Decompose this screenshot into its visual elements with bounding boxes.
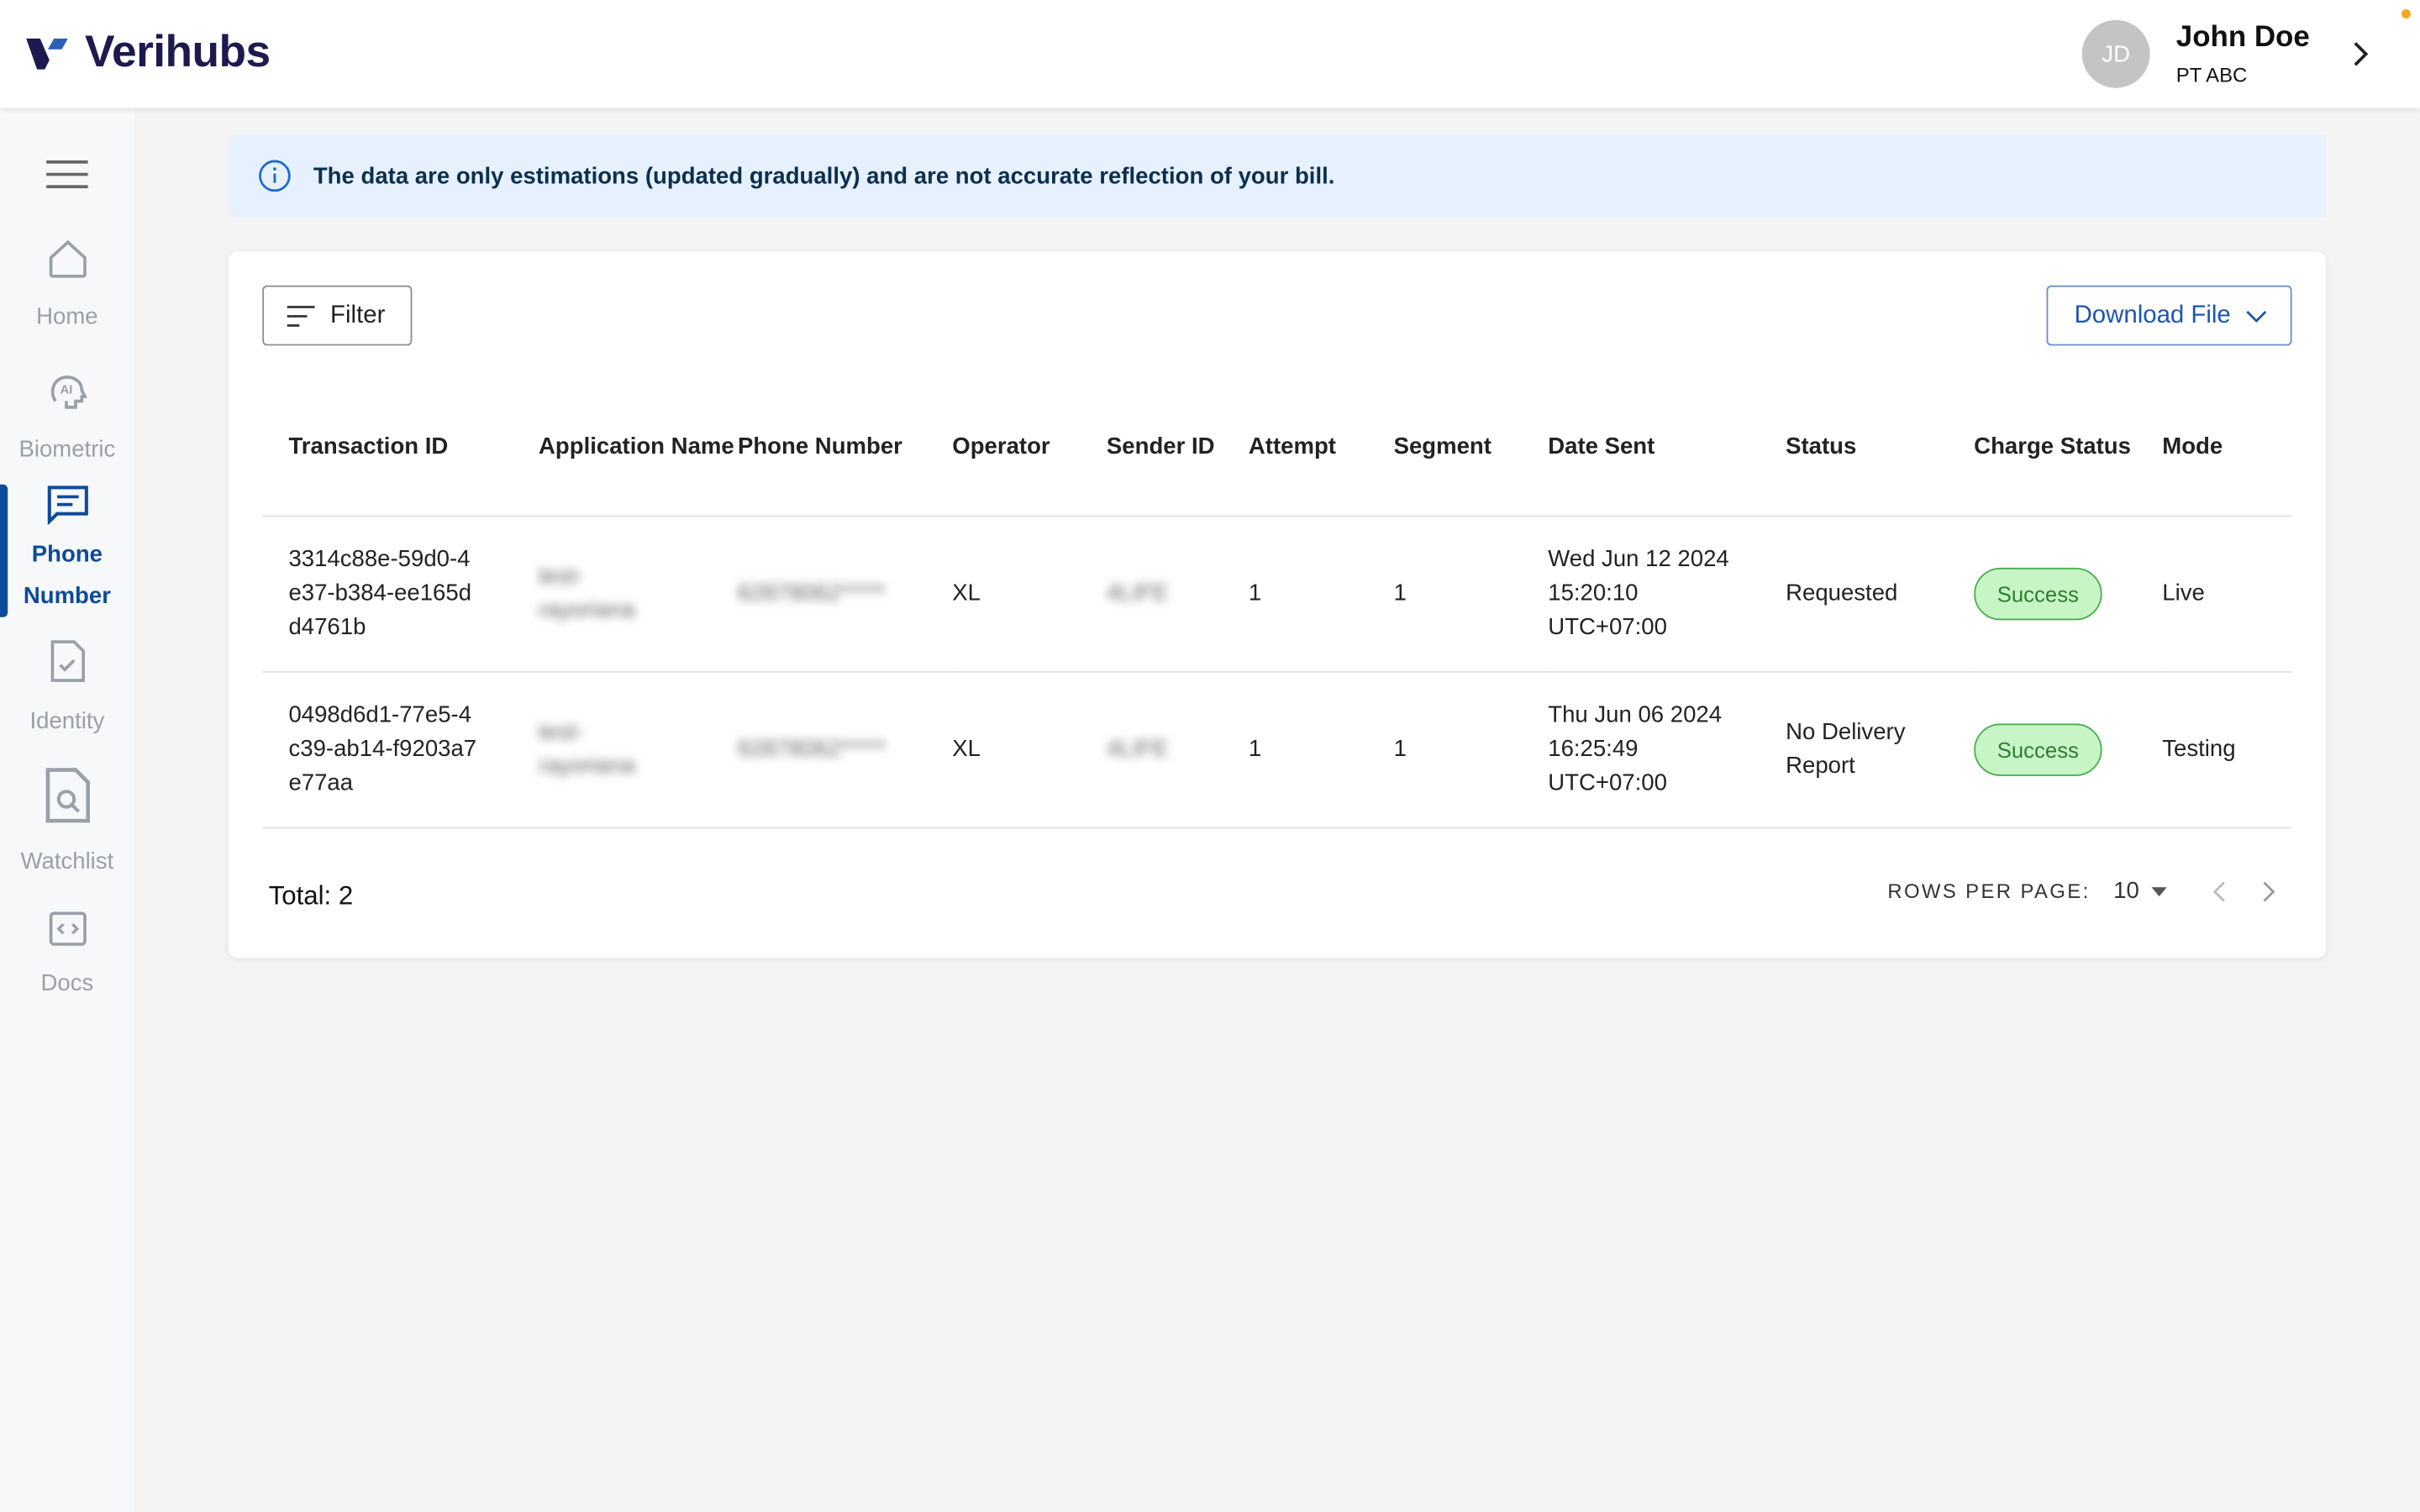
redacted-phone: 62878062*****: [737, 579, 886, 606]
hamburger-menu-icon[interactable]: [46, 159, 88, 190]
sidebar-item-biometric[interactable]: AI Biometric: [0, 370, 134, 470]
sidebar-item-identity[interactable]: Identity: [0, 638, 134, 742]
download-file-button[interactable]: Download File: [2046, 285, 2292, 346]
cell-attempt: 1: [1248, 515, 1394, 672]
cell-status: Requested: [1786, 515, 1975, 672]
sidebar-item-docs[interactable]: Docs: [0, 911, 134, 1005]
sidebar-item-label: Docs: [40, 970, 94, 997]
charge-status-badge: Success: [1974, 722, 2102, 775]
avatar: JD: [2081, 19, 2150, 88]
rows-per-page-label: ROWS PER PAGE:: [1887, 879, 2091, 903]
column-header: Sender ID: [1106, 379, 1249, 517]
cell-date: Thu Jun 06 2024 16:25:49 UTC+07:00: [1548, 670, 1786, 828]
redacted-app: test-rayoriana: [539, 562, 635, 623]
document-search-icon: [45, 768, 90, 823]
chevron-down-icon: [2247, 310, 2268, 323]
chevron-right-icon[interactable]: [2349, 37, 2371, 71]
cell-mode: Testing: [2162, 670, 2292, 828]
sidebar: Home AI Biometric Phone Number Identity …: [0, 108, 134, 1512]
user-menu[interactable]: JD John Doe PT ABC: [2081, 19, 2310, 88]
sidebar-item-phone-number[interactable]: Phone Number: [0, 485, 134, 617]
cell-date: Wed Jun 12 2024 15:20:10 UTC+07:00: [1548, 515, 1786, 672]
filter-icon: [287, 305, 315, 327]
info-banner: The data are only estimations (updated g…: [228, 134, 2326, 218]
cell-app: test-rayoriana: [539, 515, 738, 672]
user-name: John Doe: [2175, 21, 2310, 55]
cell-mode: Live: [2162, 515, 2292, 672]
redacted-sender: 4LIFE: [1106, 579, 1169, 606]
column-header: Operator: [952, 379, 1107, 517]
prev-page-icon[interactable]: [2210, 879, 2228, 903]
brand-name: Verihubs: [85, 28, 271, 77]
filter-label: Filter: [330, 302, 386, 328]
charge-status-badge: Success: [1974, 566, 2102, 620]
pagination: ROWS PER PAGE: 10: [1887, 878, 2278, 904]
total-count: Total: 2: [268, 880, 354, 911]
redacted-phone: 62878062*****: [737, 735, 886, 762]
sidebar-item-watchlist[interactable]: Watchlist: [0, 767, 134, 883]
column-header: Phone Number: [737, 379, 953, 517]
cell-phone: 62878062*****: [737, 515, 953, 672]
sidebar-item-label: Identity: [29, 708, 105, 735]
column-header: Mode: [2162, 379, 2292, 517]
verihubs-logo-icon: [26, 37, 68, 69]
home-icon: [48, 239, 86, 278]
sidebar-item-label: Home: [36, 303, 98, 331]
caret-down-icon: [2151, 886, 2167, 896]
user-company: PT ABC: [2175, 63, 2248, 87]
code-icon: [48, 911, 86, 946]
cell-phone: 62878062*****: [737, 670, 953, 828]
redacted-sender: 4LIFE: [1106, 735, 1169, 762]
next-page-icon[interactable]: [2260, 879, 2278, 903]
notification-dot: [2401, 9, 2411, 19]
sidebar-item-label: Watchlist: [20, 848, 114, 875]
redacted-app: test-rayoriana: [539, 717, 635, 779]
column-header: Attempt: [1248, 379, 1394, 517]
sidebar-item-home[interactable]: Home: [0, 238, 134, 338]
sidebar-item-label: Phone Number: [23, 541, 111, 610]
column-header: Date Sent: [1548, 379, 1786, 517]
transactions-table: Transaction ID Application Name Phone Numb…: [262, 379, 2292, 828]
logo[interactable]: Verihubs: [26, 28, 271, 79]
cell-status: No Delivery Report: [1786, 670, 1975, 828]
banner-text: The data are only estimations (updated g…: [313, 162, 1335, 189]
column-header: Transaction ID: [262, 379, 539, 517]
filter-button[interactable]: Filter: [262, 285, 413, 346]
cell-sender: 4LIFE: [1106, 670, 1249, 828]
cell-operator: XL: [952, 515, 1107, 672]
cell-app: test-rayoriana: [539, 670, 738, 828]
cell-segment: 1: [1393, 670, 1549, 828]
cell-id: 3314c88e-59d0-4e37-b384-ee165dd4761b: [262, 515, 539, 672]
rows-per-page-value: 10: [2113, 878, 2139, 905]
ai-head-icon: AI: [50, 375, 87, 409]
rows-per-page-select[interactable]: 10: [2113, 878, 2167, 904]
column-header: Application Name: [539, 379, 738, 517]
sidebar-item-label: Biometric: [18, 436, 116, 464]
cell-segment: 1: [1393, 515, 1549, 672]
cell-attempt: 1: [1248, 670, 1394, 828]
document-check-icon: [50, 640, 85, 682]
column-header: Charge Status: [1974, 379, 2163, 517]
info-icon: [259, 160, 291, 192]
column-header: Status: [1786, 379, 1975, 517]
message-icon: [46, 486, 87, 526]
download-label: Download File: [2074, 302, 2231, 328]
top-bar: Verihubs JD John Doe PT ABC: [0, 0, 2420, 108]
svg-text:AI: AI: [60, 383, 72, 396]
cell-operator: XL: [952, 670, 1107, 828]
transactions-card: Filter Download File Transaction ID Appli…: [228, 251, 2326, 958]
table-row[interactable]: 0498d6d1-77e5-4c39-ab14-f9203a7e77aa test…: [262, 670, 2292, 828]
cell-sender: 4LIFE: [1106, 515, 1249, 672]
app: Verihubs JD John Doe PT ABC Home AI Biome…: [0, 0, 2420, 1512]
cell-id: 0498d6d1-77e5-4c39-ab14-f9203a7e77aa: [262, 670, 539, 828]
cell-charge: Success: [1974, 515, 2163, 672]
cell-charge: Success: [1974, 670, 2163, 828]
table-row[interactable]: 3314c88e-59d0-4e37-b384-ee165dd4761b test…: [262, 515, 2292, 672]
column-header: Segment: [1393, 379, 1549, 517]
